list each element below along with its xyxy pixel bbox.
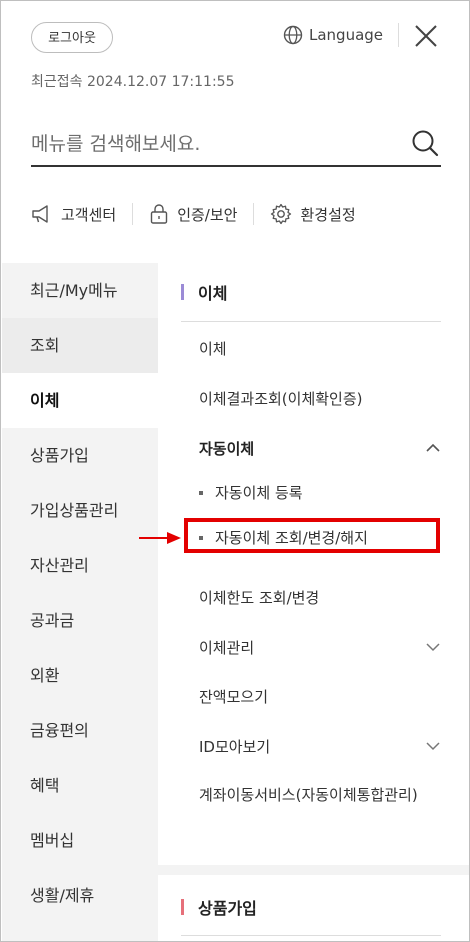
quick-menu: 고객센터 인증/보안 환경설정: [31, 197, 441, 231]
category-public-bills[interactable]: 공과금: [2, 593, 158, 648]
quick-auth-security[interactable]: 인증/보안: [149, 203, 237, 225]
menu-id-collect-label: ID모아보기: [199, 738, 271, 756]
menu-auto-register[interactable]: 자동이체 등록: [199, 482, 303, 503]
arrow-icon: [139, 532, 181, 544]
category-convenience[interactable]: 금융편의: [2, 703, 158, 758]
section-title: 이체: [181, 263, 441, 321]
menu-auto-register-label: 자동이체 등록: [215, 484, 303, 502]
chevron-down-icon: [426, 742, 440, 751]
globe-icon: [283, 25, 303, 45]
divider: [398, 23, 399, 47]
close-icon[interactable]: [413, 23, 439, 49]
gear-icon: [271, 203, 292, 225]
category-recent-my[interactable]: 최근/My메뉴: [2, 263, 158, 318]
section-marker: [181, 899, 184, 915]
chevron-up-icon: [426, 443, 440, 452]
quick-settings-label: 환경설정: [300, 205, 356, 224]
last-login-time: 2024.12.07 17:11:55: [86, 74, 235, 90]
divider: [253, 203, 255, 225]
section-gap: [158, 865, 469, 875]
quick-settings[interactable]: 환경설정: [270, 203, 356, 225]
category-inquiry[interactable]: 조회: [2, 318, 158, 373]
category-product-join[interactable]: 상품가입: [2, 428, 158, 483]
divider: [132, 203, 134, 225]
chevron-down-icon: [426, 643, 440, 652]
category-menu: 최근/My메뉴 조회 이체 상품가입 가입상품관리 자산관리 공과금 외환 금융…: [2, 263, 158, 941]
quick-customer-center-label: 고객센터: [61, 205, 117, 224]
language-label: Language: [309, 26, 384, 44]
divider: [181, 321, 441, 322]
category-asset[interactable]: 자산관리: [2, 538, 158, 593]
section-title-label: 이체: [198, 284, 228, 303]
menu-limit[interactable]: 이체한도 조회/변경: [199, 587, 319, 608]
language-button[interactable]: Language: [283, 21, 383, 49]
category-transfer[interactable]: 이체: [2, 373, 158, 428]
quick-customer-center[interactable]: 고객센터: [31, 204, 116, 225]
last-login-info: 최근접속 2024.12.07 17:11:55: [31, 71, 234, 91]
lock-icon: [151, 204, 168, 224]
section2-title: 상품가입: [181, 895, 257, 919]
menu-search: [31, 121, 441, 167]
logout-button[interactable]: 로그아웃: [31, 22, 113, 53]
menu-transfer[interactable]: 이체: [199, 338, 227, 359]
menu-auto-transfer[interactable]: 자동이체: [199, 438, 441, 459]
megaphone-icon: [32, 205, 48, 223]
category-foreign-exchange[interactable]: 외환: [2, 648, 158, 703]
menu-balance-collect[interactable]: 잔액모으기: [199, 686, 268, 707]
section-marker: [181, 284, 184, 300]
menu-account-move[interactable]: 계좌이동서비스(자동이체통합관리): [199, 783, 439, 807]
category-life[interactable]: 생활/제휴: [2, 868, 158, 923]
divider: [181, 935, 441, 936]
menu-id-collect[interactable]: ID모아보기: [199, 736, 441, 757]
section-product-join: 상품가입: [158, 875, 469, 941]
highlight-box: [184, 518, 440, 553]
last-login-label: 최근접속: [31, 74, 83, 90]
menu-auto-transfer-label: 자동이체: [199, 440, 255, 458]
menu-screen: 로그아웃 Language 최근접속 2024.12.07 17:11:55 고: [0, 0, 470, 942]
search-input[interactable]: [31, 127, 391, 161]
quick-auth-security-label: 인증/보안: [177, 205, 238, 224]
menu-manage-label: 이체관리: [199, 639, 255, 657]
category-product-manage[interactable]: 가입상품관리: [2, 483, 158, 538]
section2-title-label: 상품가입: [198, 899, 257, 918]
menu-manage[interactable]: 이체관리: [199, 637, 441, 658]
menu-transfer-result[interactable]: 이체결과조회(이체확인증): [199, 388, 363, 409]
bullet: [199, 490, 203, 495]
search-icon[interactable]: [411, 129, 439, 157]
category-benefits[interactable]: 혜택: [2, 758, 158, 813]
category-membership[interactable]: 멤버십: [2, 813, 158, 868]
submenu-panel: 이체 이체 이체결과조회(이체확인증) 자동이체 자동이체 등록 자동이체 조회…: [181, 263, 441, 804]
